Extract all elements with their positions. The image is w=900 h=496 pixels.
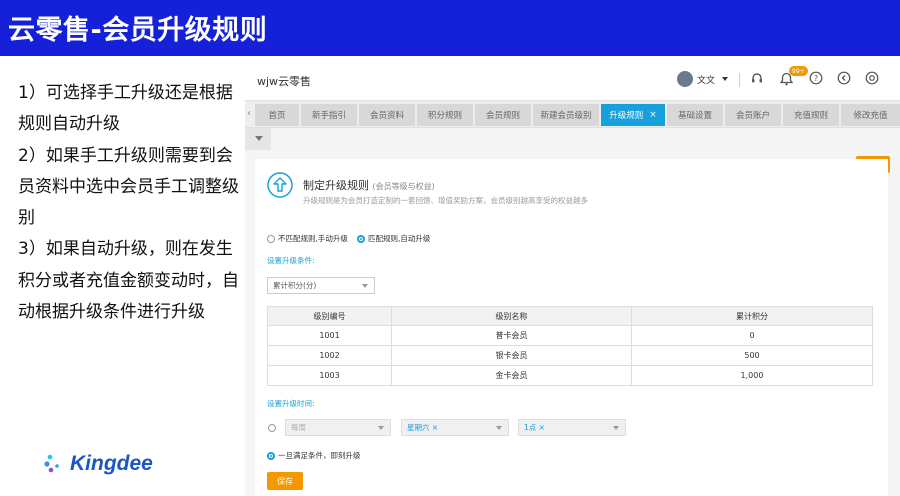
user-avatar[interactable] <box>677 71 693 87</box>
cell-level-name: 普卡会员 <box>391 325 632 346</box>
table-row[interactable]: 1001 普卡会员 0 <box>267 325 873 346</box>
day-select[interactable]: 星期六 × <box>401 419 509 436</box>
tab-label: 修改充值 <box>853 111 888 121</box>
cell-level-code: 1003 <box>267 365 392 386</box>
chevron-down-icon <box>362 284 368 288</box>
tab-recharge-rules[interactable]: 充值规则 <box>783 104 839 126</box>
tab-member-profile[interactable]: 会员资料 <box>359 104 415 126</box>
cell-level-code: 1001 <box>267 325 392 346</box>
tab-new-member-level[interactable]: 新建会员级别 <box>533 104 599 126</box>
radio-auto[interactable]: 匹配规则,自动升级 <box>357 233 430 244</box>
radio-label: 一旦满足条件，即刻升级 <box>278 451 361 460</box>
note-1: 1）可选择手工升级还是根据规则自动升级 <box>18 83 233 135</box>
logo-text: Kingdee <box>70 452 153 475</box>
kingdee-logo: Kingdee <box>44 452 153 476</box>
tab-label: 会员账户 <box>735 111 770 121</box>
radio-button-selected[interactable] <box>357 234 365 243</box>
header-level-code: 级别编号 <box>267 306 392 326</box>
tab-upgrade-rules[interactable]: 升级规则 × <box>601 104 665 126</box>
divider <box>739 73 740 87</box>
tab-basic-settings[interactable]: 基础设置 <box>667 104 723 126</box>
radio-label: 匹配规则,自动升级 <box>368 234 431 243</box>
cell-points: 500 <box>631 345 873 366</box>
settings-icon[interactable] <box>865 71 879 85</box>
language-label[interactable]: 文文 <box>697 73 715 86</box>
tab-label: 充值规则 <box>793 111 828 121</box>
headset-icon[interactable] <box>750 71 764 85</box>
radio-label: 不匹配规则,手动升级 <box>278 234 348 243</box>
upgrade-time-label: 设置升级时间: <box>267 399 315 408</box>
tab-dropdown[interactable] <box>245 128 271 150</box>
table-header-row: 级别编号 级别名称 累计积分 <box>267 306 873 326</box>
condition-select-value: 累计积分(分) <box>273 281 317 290</box>
tab-label: 会员规则 <box>485 111 520 121</box>
condition-select[interactable]: 累计积分(分) <box>267 277 375 294</box>
tab-label: 首页 <box>268 111 286 121</box>
tab-modify-recharge[interactable]: 修改充值 <box>841 104 900 126</box>
period-select[interactable]: 每周 <box>285 419 391 436</box>
header-accumulated-points: 累计积分 <box>631 306 873 326</box>
notification-badge: 99+ <box>789 66 808 76</box>
tab-guide[interactable]: 新手指引 <box>301 104 357 126</box>
hour-chip-label: 1点 <box>524 423 537 432</box>
tab-label: 基础设置 <box>677 111 712 121</box>
back-icon[interactable] <box>837 71 851 85</box>
level-table: 级别编号 级别名称 累计积分 1001 普卡会员 0 1002 银卡会员 500… <box>267 306 873 386</box>
table-row[interactable]: 1003 金卡会员 1,000 <box>267 365 873 386</box>
tab-scroll-left-icon[interactable]: ‹ <box>247 108 251 119</box>
radio-button-selected[interactable] <box>267 451 275 460</box>
slide-title: 云零售-会员升级规则 <box>0 0 900 56</box>
header-level-name: 级别名称 <box>391 306 632 326</box>
panel-title-note: (会员等级与权益) <box>372 182 435 191</box>
tab-member-rules[interactable]: 会员规则 <box>475 104 531 126</box>
close-icon[interactable]: × <box>649 110 657 120</box>
chevron-down-icon <box>255 136 263 141</box>
tab-member-account[interactable]: 会员账户 <box>725 104 781 126</box>
panel-title: 制定升级规则 (会员等级与权益) <box>303 177 435 193</box>
chevron-down-icon <box>496 426 502 430</box>
notes: 1）可选择手工升级还是根据规则自动升级 2）如果手工升级则需要到会员资料中选中会… <box>18 78 240 328</box>
cell-level-name: 金卡会员 <box>391 365 632 386</box>
chevron-down-icon <box>613 426 619 430</box>
panel-title-text: 制定升级规则 <box>303 179 369 192</box>
language-caret-icon[interactable] <box>722 77 728 81</box>
chevron-down-icon <box>378 426 384 430</box>
upgrade-icon <box>267 172 293 198</box>
cell-level-name: 银卡会员 <box>391 345 632 366</box>
app-title: wjw云零售 <box>257 75 312 88</box>
kingdee-logo-icon <box>44 454 59 473</box>
tab-label: 升级规则 <box>609 111 644 121</box>
radio-manual[interactable]: 不匹配规则,手动升级 <box>267 233 348 244</box>
table-row[interactable]: 1002 银卡会员 500 <box>267 345 873 366</box>
panel-description: 升级规则是为会员打造定制的一套回馈、增值奖励方案，会员级别越高享受的权益越多 <box>303 196 588 205</box>
note-2: 2）如果手工升级则需要到会员资料中选中会员手工调整级别 <box>18 145 239 229</box>
period-select-value: 每周 <box>291 423 306 432</box>
radio-instant[interactable]: 一旦满足条件，即刻升级 <box>267 450 361 461</box>
svg-text:?: ? <box>814 74 818 83</box>
tab-label: 积分规则 <box>427 111 462 121</box>
condition-label: 设置升级条件: <box>267 256 315 265</box>
hour-select[interactable]: 1点 × <box>518 419 626 436</box>
tab-points-rules[interactable]: 积分规则 <box>417 104 473 126</box>
help-icon[interactable]: ? <box>809 71 823 85</box>
tab-label: 新手指引 <box>311 111 346 121</box>
cell-points: 0 <box>631 325 873 346</box>
cell-points: 1,000 <box>631 365 873 386</box>
tab-label: 新建会员级别 <box>540 111 592 121</box>
radio-button[interactable] <box>267 234 275 243</box>
hour-chip: 1点 × <box>524 423 545 432</box>
note-3: 3）如果自动升级，则在发生积分或者充值金额变动时，自动根据升级条件进行升级 <box>18 239 239 323</box>
day-chip: 星期六 × <box>407 423 439 432</box>
app-screenshot: wjw云零售 文文 99+ ? ‹ 首页 新手指引 会员资料 积分规则 会员规则… <box>245 62 900 496</box>
tab-home[interactable]: 首页 <box>255 104 299 126</box>
tab-bar: ‹ 首页 新手指引 会员资料 积分规则 会员规则 新建会员级别 升级规则 × 基础… <box>245 100 900 128</box>
day-chip-label: 星期六 <box>407 423 430 432</box>
radio-schedule[interactable] <box>268 424 276 432</box>
tab-label: 会员资料 <box>369 111 404 121</box>
save-button[interactable]: 保存 <box>267 472 303 490</box>
top-bar: wjw云零售 文文 99+ ? <box>245 62 900 100</box>
cell-level-code: 1002 <box>267 345 392 366</box>
